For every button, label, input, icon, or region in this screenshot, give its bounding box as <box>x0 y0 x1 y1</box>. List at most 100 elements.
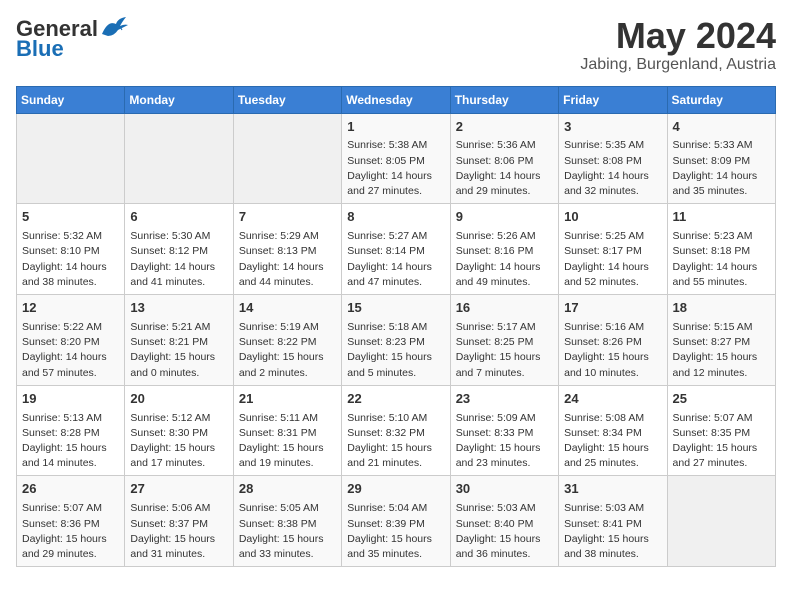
weekday-header-tuesday: Tuesday <box>233 86 341 113</box>
day-info: Sunrise: 5:38 AM Sunset: 8:05 PM Dayligh… <box>347 138 444 199</box>
day-info: Sunrise: 5:33 AM Sunset: 8:09 PM Dayligh… <box>673 138 770 199</box>
day-number: 5 <box>22 208 119 227</box>
calendar-cell: 8 Sunrise: 5:27 AM Sunset: 8:14 PM Daylig… <box>342 204 450 295</box>
day-number: 22 <box>347 390 444 409</box>
calendar-cell: 2Sunrise: 5:36 AM Sunset: 8:06 PM Daylig… <box>450 113 558 204</box>
day-number: 20 <box>130 390 227 409</box>
calendar-cell <box>667 476 775 567</box>
day-number: 12 <box>22 299 119 318</box>
day-number: 18 <box>673 299 770 318</box>
calendar-cell: 16 Sunrise: 5:17 AM Sunset: 8:25 PM Dayli… <box>450 295 558 386</box>
calendar-cell: 22 Sunrise: 5:10 AM Sunset: 8:32 PM Dayli… <box>342 385 450 476</box>
weekday-header-saturday: Saturday <box>667 86 775 113</box>
day-info: Sunrise: 5:04 AM Sunset: 8:39 PM Dayligh… <box>347 501 444 562</box>
day-info: Sunrise: 5:07 AM Sunset: 8:35 PM Dayligh… <box>673 411 770 472</box>
calendar-cell: 3Sunrise: 5:35 AM Sunset: 8:08 PM Daylig… <box>559 113 667 204</box>
day-number: 9 <box>456 208 553 227</box>
day-number: 2 <box>456 118 553 137</box>
day-info: Sunrise: 5:13 AM Sunset: 8:28 PM Dayligh… <box>22 411 119 472</box>
calendar-cell: 15Sunrise: 5:18 AM Sunset: 8:23 PM Dayli… <box>342 295 450 386</box>
calendar-cell: 4Sunrise: 5:33 AM Sunset: 8:09 PM Daylig… <box>667 113 775 204</box>
day-info: Sunrise: 5:09 AM Sunset: 8:33 PM Dayligh… <box>456 411 553 472</box>
day-info: Sunrise: 5:19 AM Sunset: 8:22 PM Dayligh… <box>239 320 336 381</box>
calendar-cell: 18 Sunrise: 5:15 AM Sunset: 8:27 PM Dayli… <box>667 295 775 386</box>
day-info: Sunrise: 5:27 AM Sunset: 8:14 PM Dayligh… <box>347 229 444 290</box>
day-info: Sunrise: 5:17 AM Sunset: 8:25 PM Dayligh… <box>456 320 553 381</box>
day-number: 10 <box>564 208 661 227</box>
month-title: May 2024 <box>580 16 776 56</box>
calendar-cell: 28 Sunrise: 5:05 AM Sunset: 8:38 PM Dayli… <box>233 476 341 567</box>
day-info: Sunrise: 5:30 AM Sunset: 8:12 PM Dayligh… <box>130 229 227 290</box>
calendar-cell: 27Sunrise: 5:06 AM Sunset: 8:37 PM Dayli… <box>125 476 233 567</box>
day-number: 17 <box>564 299 661 318</box>
calendar-table: SundayMondayTuesdayWednesdayThursdayFrid… <box>16 86 776 568</box>
day-number: 27 <box>130 480 227 499</box>
day-info: Sunrise: 5:18 AM Sunset: 8:23 PM Dayligh… <box>347 320 444 381</box>
title-block: May 2024 Jabing, Burgenland, Austria <box>580 16 776 74</box>
day-info: Sunrise: 5:32 AM Sunset: 8:10 PM Dayligh… <box>22 229 119 290</box>
weekday-header-thursday: Thursday <box>450 86 558 113</box>
day-number: 7 <box>239 208 336 227</box>
day-number: 8 <box>347 208 444 227</box>
calendar-cell <box>233 113 341 204</box>
calendar-cell: 23 Sunrise: 5:09 AM Sunset: 8:33 PM Dayli… <box>450 385 558 476</box>
calendar-cell: 25Sunrise: 5:07 AM Sunset: 8:35 PM Dayli… <box>667 385 775 476</box>
day-info: Sunrise: 5:36 AM Sunset: 8:06 PM Dayligh… <box>456 138 553 199</box>
location-title: Jabing, Burgenland, Austria <box>580 56 776 74</box>
calendar-cell: 9 Sunrise: 5:26 AM Sunset: 8:16 PM Daylig… <box>450 204 558 295</box>
calendar-cell: 17 Sunrise: 5:16 AM Sunset: 8:26 PM Dayli… <box>559 295 667 386</box>
day-number: 31 <box>564 480 661 499</box>
day-info: Sunrise: 5:08 AM Sunset: 8:34 PM Dayligh… <box>564 411 661 472</box>
calendar-week-row: 1Sunrise: 5:38 AM Sunset: 8:05 PM Daylig… <box>17 113 776 204</box>
logo: General Blue <box>16 16 130 62</box>
day-number: 23 <box>456 390 553 409</box>
weekday-header-friday: Friday <box>559 86 667 113</box>
day-number: 3 <box>564 118 661 137</box>
day-number: 4 <box>673 118 770 137</box>
calendar-cell: 1Sunrise: 5:38 AM Sunset: 8:05 PM Daylig… <box>342 113 450 204</box>
calendar-cell: 13 Sunrise: 5:21 AM Sunset: 8:21 PM Dayli… <box>125 295 233 386</box>
day-number: 24 <box>564 390 661 409</box>
weekday-header-wednesday: Wednesday <box>342 86 450 113</box>
calendar-cell: 5 Sunrise: 5:32 AM Sunset: 8:10 PM Daylig… <box>17 204 125 295</box>
calendar-cell: 20 Sunrise: 5:12 AM Sunset: 8:30 PM Dayli… <box>125 385 233 476</box>
day-info: Sunrise: 5:11 AM Sunset: 8:31 PM Dayligh… <box>239 411 336 472</box>
calendar-cell: 24 Sunrise: 5:08 AM Sunset: 8:34 PM Dayli… <box>559 385 667 476</box>
day-info: Sunrise: 5:26 AM Sunset: 8:16 PM Dayligh… <box>456 229 553 290</box>
calendar-week-row: 5 Sunrise: 5:32 AM Sunset: 8:10 PM Daylig… <box>17 204 776 295</box>
calendar-cell: 19Sunrise: 5:13 AM Sunset: 8:28 PM Dayli… <box>17 385 125 476</box>
day-info: Sunrise: 5:07 AM Sunset: 8:36 PM Dayligh… <box>22 501 119 562</box>
weekday-header-row: SundayMondayTuesdayWednesdayThursdayFrid… <box>17 86 776 113</box>
day-number: 14 <box>239 299 336 318</box>
day-number: 21 <box>239 390 336 409</box>
weekday-header-monday: Monday <box>125 86 233 113</box>
logo-bird-icon <box>100 16 130 38</box>
day-info: Sunrise: 5:16 AM Sunset: 8:26 PM Dayligh… <box>564 320 661 381</box>
day-number: 13 <box>130 299 227 318</box>
day-number: 30 <box>456 480 553 499</box>
day-number: 29 <box>347 480 444 499</box>
calendar-cell: 30 Sunrise: 5:03 AM Sunset: 8:40 PM Dayli… <box>450 476 558 567</box>
calendar-cell: 14 Sunrise: 5:19 AM Sunset: 8:22 PM Dayli… <box>233 295 341 386</box>
day-number: 16 <box>456 299 553 318</box>
day-info: Sunrise: 5:22 AM Sunset: 8:20 PM Dayligh… <box>22 320 119 381</box>
day-info: Sunrise: 5:15 AM Sunset: 8:27 PM Dayligh… <box>673 320 770 381</box>
day-info: Sunrise: 5:25 AM Sunset: 8:17 PM Dayligh… <box>564 229 661 290</box>
calendar-cell <box>17 113 125 204</box>
day-info: Sunrise: 5:03 AM Sunset: 8:41 PM Dayligh… <box>564 501 661 562</box>
day-info: Sunrise: 5:05 AM Sunset: 8:38 PM Dayligh… <box>239 501 336 562</box>
calendar-cell: 31 Sunrise: 5:03 AM Sunset: 8:41 PM Dayli… <box>559 476 667 567</box>
day-number: 28 <box>239 480 336 499</box>
day-info: Sunrise: 5:12 AM Sunset: 8:30 PM Dayligh… <box>130 411 227 472</box>
calendar-cell: 6Sunrise: 5:30 AM Sunset: 8:12 PM Daylig… <box>125 204 233 295</box>
calendar-week-row: 26Sunrise: 5:07 AM Sunset: 8:36 PM Dayli… <box>17 476 776 567</box>
day-info: Sunrise: 5:10 AM Sunset: 8:32 PM Dayligh… <box>347 411 444 472</box>
day-info: Sunrise: 5:21 AM Sunset: 8:21 PM Dayligh… <box>130 320 227 381</box>
day-info: Sunrise: 5:03 AM Sunset: 8:40 PM Dayligh… <box>456 501 553 562</box>
day-number: 11 <box>673 208 770 227</box>
calendar-week-row: 12 Sunrise: 5:22 AM Sunset: 8:20 PM Dayli… <box>17 295 776 386</box>
day-info: Sunrise: 5:23 AM Sunset: 8:18 PM Dayligh… <box>673 229 770 290</box>
weekday-header-sunday: Sunday <box>17 86 125 113</box>
calendar-cell: 7Sunrise: 5:29 AM Sunset: 8:13 PM Daylig… <box>233 204 341 295</box>
calendar-cell: 21 Sunrise: 5:11 AM Sunset: 8:31 PM Dayli… <box>233 385 341 476</box>
